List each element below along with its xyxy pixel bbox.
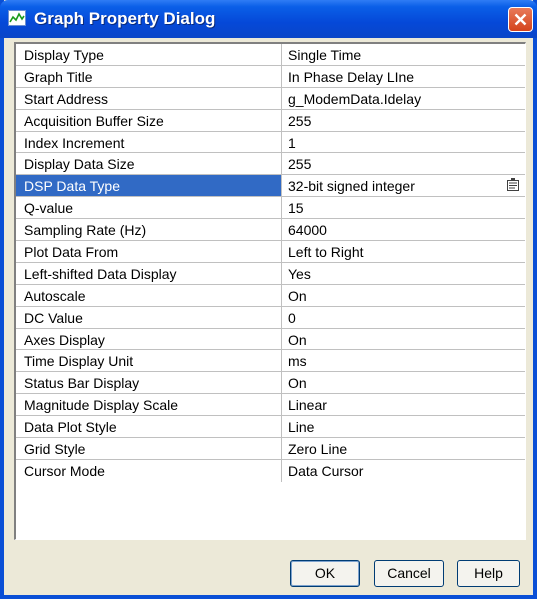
property-name: Plot Data From [16, 241, 282, 262]
property-value[interactable]: On [282, 372, 525, 393]
property-row-acquisition-buffer-size[interactable]: Acquisition Buffer Size 255 [16, 109, 525, 132]
property-value[interactable]: Zero Line [282, 438, 525, 459]
property-value[interactable]: Left to Right [282, 241, 525, 262]
property-name: Graph Title [16, 65, 282, 87]
property-value[interactable]: Single Time [282, 44, 525, 65]
property-value[interactable]: 1 [282, 132, 525, 153]
close-icon [514, 13, 527, 26]
property-name: Index Increment [16, 131, 282, 153]
graph-icon [8, 10, 26, 26]
property-value[interactable]: On [282, 329, 525, 350]
ok-button[interactable]: OK [290, 560, 360, 587]
property-row-status-bar-display[interactable]: Status Bar Display On [16, 372, 525, 395]
property-row-dsp-data-type[interactable]: DSP Data Type 32-bit signed integer [16, 175, 525, 198]
property-row-start-address[interactable]: Start Address g_ModemData.Idelay [16, 87, 525, 110]
property-name: Status Bar Display [16, 372, 282, 394]
property-value[interactable]: Data Cursor [282, 460, 525, 482]
property-value[interactable]: 255 [282, 110, 525, 131]
property-row-sampling-rate[interactable]: Sampling Rate (Hz) 64000 [16, 219, 525, 242]
dropdown-list-icon[interactable] [505, 177, 521, 193]
dsp-data-type-value: 32-bit signed integer [288, 178, 415, 195]
property-name: Autoscale [16, 284, 282, 306]
property-row-graph-title[interactable]: Graph Title In Phase Delay LIne [16, 65, 525, 88]
property-value[interactable]: 15 [282, 197, 525, 218]
property-name: Left-shifted Data Display [16, 262, 282, 284]
dialog-title: Graph Property Dialog [34, 9, 216, 28]
property-value[interactable]: Linear [282, 394, 525, 415]
property-name: Sampling Rate (Hz) [16, 219, 282, 241]
property-name: Magnitude Display Scale [16, 394, 282, 416]
cancel-button[interactable]: Cancel [374, 560, 444, 587]
property-name: Data Plot Style [16, 416, 282, 438]
property-row-magnitude-display-scale[interactable]: Magnitude Display Scale Linear [16, 394, 525, 417]
property-name: Acquisition Buffer Size [16, 109, 282, 131]
property-name: Axes Display [16, 328, 282, 350]
property-value[interactable]: ms [282, 350, 525, 371]
property-row-axes-display[interactable]: Axes Display On [16, 328, 525, 351]
property-value[interactable]: 64000 [282, 219, 525, 240]
property-row-time-display-unit[interactable]: Time Display Unit ms [16, 350, 525, 373]
property-name: Time Display Unit [16, 350, 282, 372]
property-row-autoscale[interactable]: Autoscale On [16, 284, 525, 307]
property-row-cursor-mode[interactable]: Cursor Mode Data Cursor [16, 459, 525, 482]
property-value[interactable]: In Phase Delay LIne [282, 66, 525, 87]
property-name: DSP Data Type [16, 175, 282, 197]
property-row-left-shifted-data-display[interactable]: Left-shifted Data Display Yes [16, 262, 525, 285]
property-row-index-increment[interactable]: Index Increment 1 [16, 131, 525, 154]
property-value[interactable]: 255 [282, 153, 525, 174]
property-row-plot-data-from[interactable]: Plot Data From Left to Right [16, 241, 525, 263]
property-name: Start Address [16, 87, 282, 109]
property-row-display-type[interactable]: Display Type Single Time [16, 44, 525, 66]
property-row-q-value[interactable]: Q-value 15 [16, 197, 525, 220]
property-value[interactable]: Line [282, 416, 525, 437]
property-name: Q-value [16, 197, 282, 219]
help-button[interactable]: Help [457, 560, 520, 587]
property-name: Cursor Mode [16, 459, 282, 482]
property-name: Grid Style [16, 438, 282, 459]
property-value[interactable]: Yes [282, 263, 525, 284]
property-name: Display Data Size [16, 153, 282, 175]
property-value[interactable]: On [282, 285, 525, 306]
property-row-grid-style[interactable]: Grid Style Zero Line [16, 438, 525, 460]
property-row-data-plot-style[interactable]: Data Plot Style Line [16, 416, 525, 439]
close-button[interactable] [508, 7, 533, 32]
property-grid: Display Type Single Time Graph Title In … [14, 42, 526, 540]
property-value[interactable]: g_ModemData.Idelay [282, 88, 525, 109]
property-name: DC Value [16, 306, 282, 328]
property-row-display-data-size[interactable]: Display Data Size 255 [16, 153, 525, 176]
property-value[interactable]: 32-bit signed integer [282, 175, 525, 196]
title-bar[interactable]: Graph Property Dialog [0, 0, 537, 38]
property-value[interactable]: 0 [282, 307, 525, 328]
graph-property-dialog: Graph Property Dialog Display Type Singl… [0, 0, 537, 599]
property-row-dc-value[interactable]: DC Value 0 [16, 306, 525, 329]
property-name: Display Type [16, 44, 282, 65]
